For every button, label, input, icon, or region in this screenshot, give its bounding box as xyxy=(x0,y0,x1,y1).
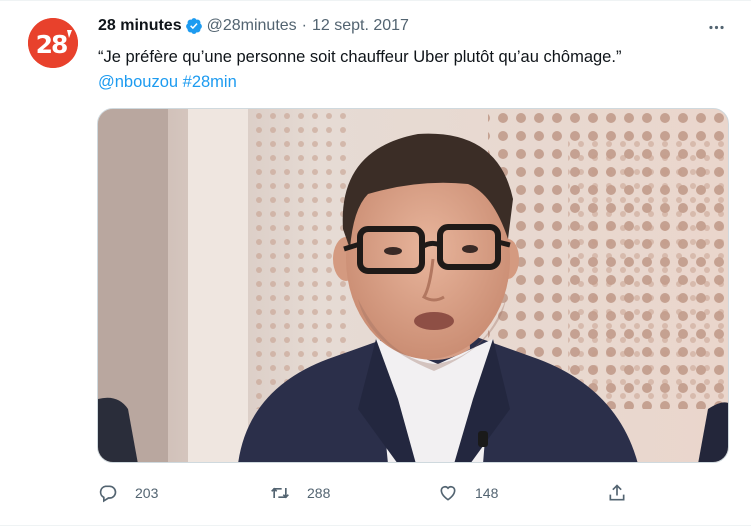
like-count: 148 xyxy=(475,485,499,501)
timestamp[interactable]: 12 sept. 2017 xyxy=(312,17,409,35)
share-button[interactable] xyxy=(607,481,627,505)
reply-count: 203 xyxy=(135,485,159,501)
avatar[interactable]: 28 xyxy=(28,18,78,68)
separator: · xyxy=(301,17,307,34)
verified-icon xyxy=(185,18,202,34)
tweet-header: 28 minutes @28minutes · 12 sept. 2017 xyxy=(98,16,409,36)
avatar-text: 28 xyxy=(36,30,67,59)
heart-icon xyxy=(440,485,456,501)
share-icon xyxy=(609,484,625,501)
media-photo xyxy=(98,109,728,462)
tweet-links: @nbouzou #28min xyxy=(98,70,237,94)
tweet-media[interactable] xyxy=(97,108,729,463)
mention-link[interactable]: @nbouzou xyxy=(98,73,178,91)
tweet[interactable]: 28 28 minutes @28minutes · 12 sept. 2017… xyxy=(0,0,751,526)
handle[interactable]: @28minutes xyxy=(207,17,297,35)
retweet-icon xyxy=(271,487,289,499)
tweet-actions: 203 288 148 xyxy=(0,481,751,505)
like-button[interactable]: 148 xyxy=(438,481,498,505)
hashtag-link[interactable]: #28min xyxy=(183,73,237,91)
reply-icon xyxy=(99,485,117,503)
display-name[interactable]: 28 minutes xyxy=(98,17,182,35)
reply-button[interactable]: 203 xyxy=(98,481,158,505)
avatar-logo: 28 xyxy=(28,18,78,68)
more-button[interactable] xyxy=(704,15,728,39)
tweet-text: “Je préfère qu’une personne soit chauffe… xyxy=(98,48,622,66)
more-icon xyxy=(708,25,724,29)
retweet-button[interactable]: 288 xyxy=(270,481,330,505)
retweet-count: 288 xyxy=(307,485,331,501)
